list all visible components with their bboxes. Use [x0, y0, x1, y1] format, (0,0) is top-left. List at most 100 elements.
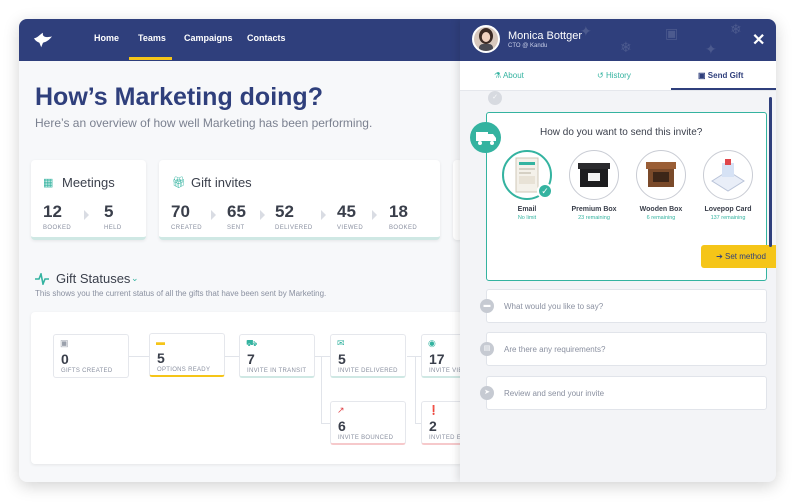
- status-invite-delivered[interactable]: ✉ 5 INVITE DELIVERED: [330, 334, 406, 378]
- step-message[interactable]: What would you like to say?: [486, 289, 767, 323]
- status-label: INVITE DELIVERED: [338, 368, 398, 374]
- tab-about[interactable]: ⚗ About: [494, 71, 524, 80]
- gift-pattern-icon: ❄: [730, 21, 742, 37]
- calendar-icon: ▦: [43, 177, 54, 189]
- history-icon: ↺: [597, 71, 604, 80]
- bird-logo-icon[interactable]: [32, 31, 54, 49]
- send-method-question: How do you want to send this invite?: [540, 127, 703, 138]
- gift-pattern-icon: ❄: [620, 39, 632, 55]
- metric-sent: 65 SENT: [227, 202, 246, 231]
- status-label: GIFTS CREATED: [61, 368, 113, 374]
- step-review-send[interactable]: Review and send your invite: [486, 376, 767, 410]
- panel-scrollbar[interactable]: [769, 97, 772, 247]
- metric-value: 45: [337, 202, 356, 221]
- chevron-down-icon[interactable]: ⌄: [131, 273, 139, 284]
- alert-icon: ❗: [428, 405, 440, 415]
- option-email[interactable]: ✓ Email No limit: [499, 150, 555, 221]
- gift-invites-card: 🎁︎ Gift invites 70 CREATED 65 SENT 52 DE…: [159, 160, 440, 240]
- flow-connector: [129, 356, 149, 357]
- step-label: What would you like to say?: [504, 302, 604, 311]
- option-remaining: 137 remaining: [710, 215, 746, 221]
- metric-value: 70: [171, 202, 190, 221]
- premium-box-thumbnail: [569, 150, 619, 200]
- tab-label: History: [605, 71, 631, 80]
- metric-booked: 18 BOOKED: [389, 202, 417, 231]
- metric-value: 52: [275, 202, 294, 221]
- arrow-right-icon: ➔: [716, 252, 723, 261]
- status-value: 2: [429, 418, 437, 434]
- status-invite-bounced[interactable]: ↗ 6 INVITE BOUNCED: [330, 401, 406, 445]
- tab-label: Send Gift: [707, 71, 744, 80]
- tab-active-indicator: [671, 88, 776, 90]
- pulse-icon: [35, 273, 49, 285]
- flask-icon: ⚗: [494, 71, 502, 80]
- status-value: 5: [157, 350, 165, 366]
- option-wooden-box[interactable]: Wooden Box 6 remaining: [633, 150, 689, 221]
- gift-pattern-icon: ▣: [665, 25, 679, 41]
- step-requirements[interactable]: Are there any requirements?: [486, 332, 767, 366]
- nav-active-indicator: [129, 57, 172, 60]
- status-gifts-created[interactable]: ▣ 0 GIFTS CREATED: [53, 334, 129, 378]
- gift-statuses-subtitle: This shows you the current status of all…: [35, 289, 327, 298]
- gift-invites-title: Gift invites: [191, 175, 252, 190]
- flow-connector: [321, 356, 322, 424]
- truck-icon: ⛟: [246, 338, 258, 348]
- lovepop-card-thumbnail: [703, 150, 753, 200]
- status-value: 5: [338, 351, 346, 367]
- nav-home[interactable]: Home: [94, 33, 119, 43]
- status-label: INVITE IN TRANSIT: [247, 368, 307, 374]
- bounce-arrow-icon: ↗: [337, 405, 345, 415]
- status-invite-in-transit[interactable]: ⛟ 7 INVITE IN TRANSIT: [239, 334, 315, 378]
- step-done-icon: ✓: [488, 91, 502, 105]
- option-name: Email: [517, 206, 537, 213]
- truck-icon: [476, 132, 496, 145]
- meetings-title: Meetings: [62, 175, 115, 190]
- metric-label: SENT: [227, 225, 245, 231]
- metric-value: 65: [227, 202, 246, 221]
- avatar: [472, 25, 500, 53]
- chat-icon: ▬: [480, 299, 494, 313]
- option-remaining: 6 remaining: [646, 215, 676, 221]
- option-name: Wooden Box: [639, 206, 683, 213]
- metric-booked: 12 BOOKED: [43, 202, 71, 231]
- status-value: 6: [338, 418, 346, 434]
- status-options-ready[interactable]: ▬ 5 OPTIONS READY: [149, 333, 225, 377]
- chevron-right-icon: [260, 210, 265, 220]
- nav-teams[interactable]: Teams: [138, 33, 166, 43]
- send-method-box: How do you want to send this invite? ✓ E…: [486, 112, 776, 281]
- tab-label: About: [502, 71, 524, 80]
- set-method-label: Set method: [725, 252, 766, 261]
- metric-label: CREATED: [171, 225, 203, 231]
- chevron-right-icon: [84, 210, 89, 220]
- eye-icon: ◉: [428, 338, 436, 348]
- chat-icon: ▬: [156, 337, 165, 347]
- option-premium-box[interactable]: Premium Box 23 remaining: [566, 150, 622, 221]
- metric-held: 5 HELD: [104, 202, 122, 231]
- gift-status-flow: ▣ 0 GIFTS CREATED ▬ 5 OPTIONS READY ⛟ 7 …: [31, 312, 497, 464]
- page-subtitle: Here’s an overview of how well Marketing…: [35, 116, 373, 130]
- tab-send-gift[interactable]: ▣ Send Gift: [698, 71, 743, 80]
- option-lovepop-card[interactable]: Lovepop Card 137 remaining: [700, 150, 756, 221]
- close-icon[interactable]: ✕: [752, 30, 765, 50]
- metric-label: VIEWED: [337, 225, 364, 231]
- status-label: OPTIONS READY: [157, 367, 211, 373]
- metric-label: BOOKED: [389, 225, 418, 231]
- tab-history[interactable]: ↺ History: [597, 71, 631, 80]
- nav-contacts[interactable]: Contacts: [247, 33, 286, 43]
- metric-label: BOOKED: [43, 225, 72, 231]
- set-method-button[interactable]: ➔ Set method: [701, 245, 776, 268]
- wooden-box-icon: [646, 162, 676, 187]
- chevron-right-icon: [321, 210, 326, 220]
- metric-created: 70 CREATED: [171, 202, 202, 231]
- app-window: Home Teams Campaigns Contacts How’s Mark…: [19, 19, 776, 482]
- status-value: 17: [429, 351, 445, 367]
- metric-label: DELIVERED: [275, 225, 313, 231]
- gift-icon: ▣: [698, 71, 706, 80]
- metric-delivered: 52 DELIVERED: [275, 202, 313, 231]
- step-label: Are there any requirements?: [504, 345, 606, 354]
- contact-panel: ✦ ❄ ▣ ✦ ❄ Monica Bottger CTO @ Kandu ✕ ⚗…: [460, 19, 776, 482]
- envelope-icon: ✉: [337, 338, 345, 348]
- nav-campaigns[interactable]: Campaigns: [184, 33, 233, 43]
- meetings-card: ▦ Meetings 12 BOOKED 5 HELD: [31, 160, 146, 240]
- chevron-right-icon: [372, 210, 377, 220]
